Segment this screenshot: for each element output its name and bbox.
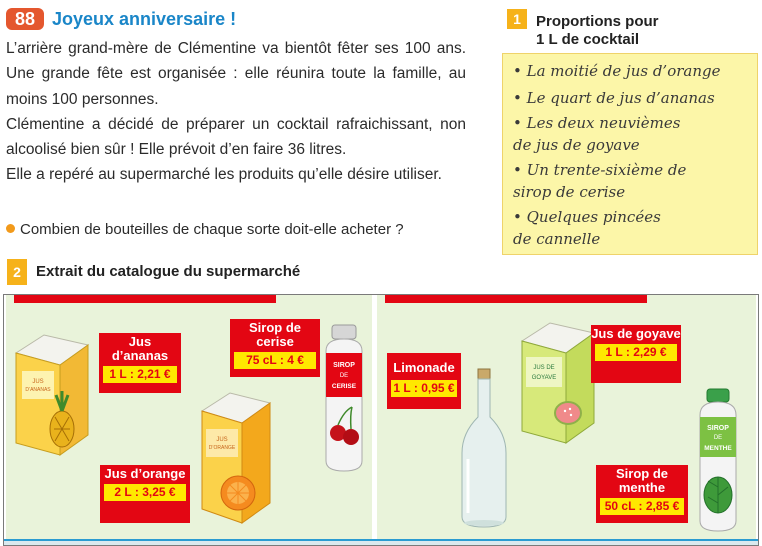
proportion-item: • Quelques pincées de cannelle	[513, 208, 661, 248]
statement-paragraph: Elle a repéré au supermarché les produit…	[6, 166, 442, 184]
svg-text:DE: DE	[714, 435, 722, 441]
price-tag-mint-syrup: Sirop de menthe 50 cL : 2,85 €	[596, 465, 688, 523]
product-name: Jus d’orange	[104, 466, 186, 481]
doc1-title-line: 1 L de cocktail	[536, 31, 640, 48]
doc1-title-line: Proportions pour	[536, 13, 659, 30]
svg-text:D’ORANGE: D’ORANGE	[209, 445, 236, 451]
svg-text:SIROP: SIROP	[333, 362, 355, 369]
exercise-question: Combien de bouteilles de chaque sorte do…	[6, 220, 404, 240]
doc2-number-badge: 2	[7, 259, 27, 285]
proportion-item: • La moitié de jus d’orange	[513, 62, 721, 80]
product-name: Sirop de menthe	[615, 466, 668, 495]
lemonade-bottle-icon	[461, 368, 507, 528]
svg-text:JUS DE: JUS DE	[533, 365, 554, 371]
svg-text:D’ANANAS: D’ANANAS	[25, 387, 51, 393]
product-price: 50 cL : 2,85 €	[600, 498, 684, 515]
proportions-box: • La moitié de jus d’orange • Le quart d…	[502, 53, 758, 255]
orange-juice-carton-icon: JUS D’ORANGE	[200, 392, 272, 524]
statement-paragraph: L’arrière grand-mère de Clémentine va bi…	[6, 40, 466, 108]
product-name: Jus d’ananas	[111, 334, 169, 363]
price-tag-pineapple: Jus d’ananas 1 L : 2,21 €	[99, 333, 181, 393]
product-name: Sirop de cerise	[248, 320, 301, 349]
catalog-bottom-border	[4, 539, 758, 545]
guava-juice-carton-icon: JUS DE GOYAVE	[520, 322, 596, 444]
exercise-number-badge: 88	[6, 8, 44, 30]
product-price: 1 L : 2,29 €	[595, 344, 677, 361]
price-tag-lemonade: Limonade 1 L : 0,95 €	[387, 353, 461, 409]
statement-paragraph: Clémentine a décidé de préparer un cockt…	[6, 115, 466, 159]
catalog-extract: JUS D’ANANAS Jus d’ananas 1 L : 2,21 € S…	[3, 294, 759, 546]
doc1-title: Proportions pour 1 L de cocktail	[536, 13, 659, 49]
red-stripe	[385, 295, 647, 303]
product-price: 1 L : 2,21 €	[103, 366, 177, 383]
proportion-item: • Les deux neuvièmes de jus de goyave	[513, 114, 681, 154]
cherry-syrup-bottle-icon: SIROP DE CERISE	[325, 324, 363, 472]
exercise-statement: L’arrière grand-mère de Clémentine va bi…	[6, 36, 466, 188]
product-price: 1 L : 0,95 €	[391, 380, 457, 397]
product-price: 75 cL : 4 €	[234, 352, 316, 369]
product-name: Limonade	[393, 360, 455, 375]
doc2-title: Extrait du catalogue du supermarché	[36, 263, 301, 280]
svg-text:SIROP: SIROP	[707, 425, 729, 432]
svg-text:JUS: JUS	[216, 437, 227, 443]
question-text: Combien de bouteilles de chaque sorte do…	[20, 221, 404, 238]
product-price: 2 L : 3,25 €	[104, 484, 186, 501]
svg-text:CERISE: CERISE	[332, 383, 357, 390]
svg-text:JUS: JUS	[32, 379, 43, 385]
svg-text:MENTHE: MENTHE	[704, 445, 732, 452]
pineapple-juice-carton-icon: JUS D’ANANAS	[14, 334, 90, 456]
red-stripe	[14, 295, 276, 303]
price-tag-cherry-syrup: Sirop de cerise 75 cL : 4 €	[230, 319, 320, 377]
proportion-item: • Un trente-sixième de sirop de cerise	[513, 161, 687, 201]
product-name: Jus de goyave	[591, 326, 681, 341]
svg-text:DE: DE	[340, 373, 348, 379]
proportion-item: • Le quart de jus d’ananas	[513, 89, 715, 107]
orange-bullet-icon	[6, 224, 15, 233]
price-tag-guava-juice: Jus de goyave 1 L : 2,29 €	[591, 325, 681, 383]
exercise-title: Joyeux anniversaire !	[52, 9, 237, 29]
doc1-number-badge: 1	[507, 9, 527, 29]
mint-syrup-bottle-icon: SIROP DE MENTHE	[699, 388, 737, 532]
price-tag-orange-juice: Jus d’orange 2 L : 3,25 €	[100, 465, 190, 523]
svg-text:GOYAVE: GOYAVE	[532, 375, 556, 381]
